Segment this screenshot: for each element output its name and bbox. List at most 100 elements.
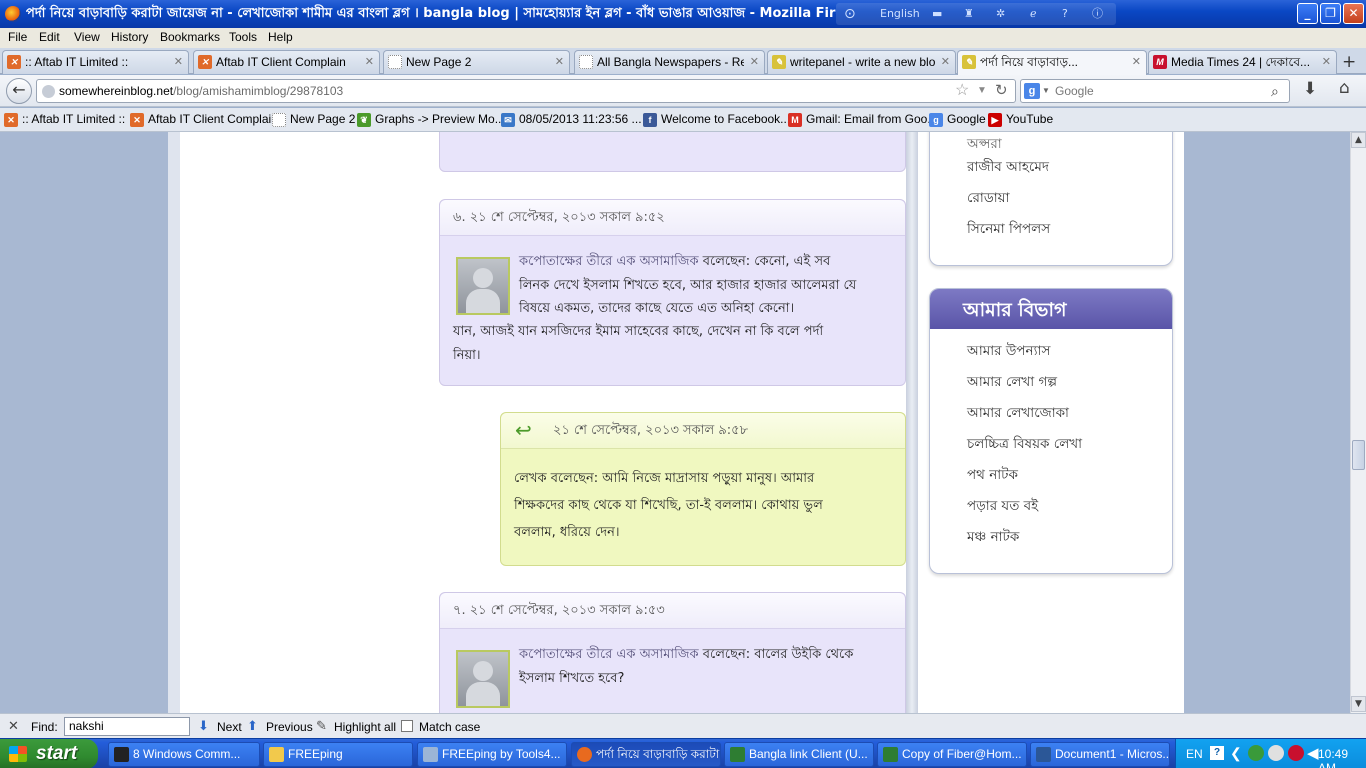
bookmark-date-time[interactable]: ✉ 08/05/2013 11:23:56 ... bbox=[501, 112, 642, 127]
close-window-button[interactable]: ✕ bbox=[1343, 3, 1364, 24]
category-link[interactable]: আমার লেখা গল্প bbox=[967, 371, 1057, 394]
tab-close-icon[interactable]: ✕ bbox=[1132, 51, 1141, 73]
vertical-scrollbar[interactable]: ▲ ▼ bbox=[1350, 132, 1366, 713]
comment-author[interactable]: কপোতাক্ষের তীরে এক অসামাজিক bbox=[519, 647, 699, 662]
url-bar[interactable]: somewhereinblog.net/blog/amishamimblog/2… bbox=[36, 79, 1016, 103]
downloads-icon[interactable]: ⬇ bbox=[1303, 79, 1317, 99]
menu-edit[interactable]: Edit bbox=[39, 30, 60, 44]
highlighter-icon[interactable]: ✎ bbox=[316, 718, 327, 734]
category-link[interactable]: আমার উপন্যাস bbox=[967, 340, 1050, 363]
find-next-button[interactable]: Next bbox=[217, 720, 242, 734]
language-bar[interactable]: ⊙ English ▬ ♜ ✲ ℯ ? ⓘ bbox=[836, 3, 1116, 25]
restore-button[interactable]: ❐ bbox=[1320, 3, 1341, 24]
category-link[interactable]: মঞ্চ নাটক bbox=[967, 526, 1019, 549]
taskbar-windows-command[interactable]: 8 Windows Comm... bbox=[108, 742, 260, 767]
google-engine-icon[interactable]: g bbox=[1024, 83, 1040, 99]
user-avatar[interactable] bbox=[456, 257, 510, 315]
bookmark-star-icon[interactable]: ☆ bbox=[955, 80, 969, 102]
find-previous-arrow-icon[interactable]: ⬆ bbox=[247, 718, 258, 734]
antivirus-icon[interactable] bbox=[1288, 745, 1304, 761]
tab-current-blog-post[interactable]: ✎ পর্দা নিয়ে বাড়াবাড়... ✕ bbox=[957, 50, 1147, 75]
find-close-icon[interactable]: ✕ bbox=[8, 718, 19, 734]
network-status-icon[interactable] bbox=[1248, 745, 1264, 761]
bookmark-gmail[interactable]: M Gmail: Email from Goo... bbox=[788, 112, 937, 127]
taskbar-freeping-tools[interactable]: FREEping by Tools4... bbox=[417, 742, 567, 767]
search-input[interactable]: Google bbox=[1055, 80, 1094, 102]
highlight-all-button[interactable]: Highlight all bbox=[334, 720, 396, 734]
bookmark-aftab-client-complain[interactable]: ✕ Aftab IT Client Complain bbox=[130, 112, 278, 127]
update-icon[interactable] bbox=[1268, 745, 1284, 761]
find-previous-button[interactable]: Previous bbox=[266, 720, 313, 734]
tab-aftab-it-limited[interactable]: ✕ :: Aftab IT Limited :: ✕ bbox=[2, 50, 189, 74]
tab-close-icon[interactable]: ✕ bbox=[750, 51, 759, 73]
search-box[interactable]: g ▼ Google ⌕ bbox=[1020, 79, 1290, 103]
tab-all-bangla-newspapers[interactable]: All Bangla Newspapers - Rea... ✕ bbox=[574, 50, 765, 74]
tab-close-icon[interactable]: ✕ bbox=[555, 51, 564, 73]
sidebar-link[interactable]: রোডায়া bbox=[967, 187, 1010, 210]
volume-icon[interactable]: ◀ bbox=[1307, 744, 1319, 762]
menu-tools[interactable]: Tools bbox=[229, 30, 257, 44]
clock[interactable]: 10:49 AM bbox=[1318, 747, 1366, 768]
match-case-label[interactable]: Match case bbox=[419, 720, 480, 734]
language-bar-info-icon[interactable]: ⓘ bbox=[1092, 3, 1103, 25]
scroll-up-icon[interactable]: ▲ bbox=[1351, 132, 1366, 148]
scroll-down-icon[interactable]: ▼ bbox=[1351, 696, 1366, 712]
bookmark-facebook[interactable]: f Welcome to Facebook... bbox=[643, 112, 790, 127]
user-avatar[interactable] bbox=[456, 650, 510, 708]
reload-icon[interactable]: ↻ bbox=[995, 80, 1008, 102]
tab-new-page-2[interactable]: New Page 2 ✕ bbox=[383, 50, 570, 74]
bookmark-google[interactable]: g Google bbox=[929, 112, 986, 127]
scroll-thumb[interactable] bbox=[1352, 440, 1365, 470]
language-bar-pen-icon[interactable]: ♜ bbox=[964, 3, 974, 25]
menu-help[interactable]: Help bbox=[268, 30, 293, 44]
taskbar-document1-word[interactable]: Document1 - Micros... bbox=[1030, 742, 1170, 767]
menu-history[interactable]: History bbox=[111, 30, 148, 44]
bookmark-graphs-preview[interactable]: ❦ Graphs -> Preview Mo... bbox=[357, 112, 505, 127]
bookmark-new-page-2[interactable]: New Page 2 bbox=[272, 112, 355, 127]
help-icon[interactable]: ? bbox=[1210, 746, 1224, 760]
bookmark-aftab-it-limited[interactable]: ✕:: Aftab IT Limited :: bbox=[4, 112, 125, 127]
language-bar-ie-icon[interactable]: ℯ bbox=[1030, 3, 1037, 25]
back-arrow-icon[interactable]: ← bbox=[6, 78, 32, 104]
tab-close-icon[interactable]: ✕ bbox=[1322, 51, 1331, 73]
category-link[interactable]: পড়ার যত বই bbox=[967, 495, 1038, 518]
taskbar-firefox[interactable]: পর্দা নিয়ে বাড়াবাড়ি করাটা জায়েজ না .… bbox=[571, 742, 721, 767]
tray-arrow-icon[interactable]: ❮ bbox=[1230, 745, 1242, 762]
tab-writepanel[interactable]: ✎ writepanel - write a new blog... ✕ bbox=[767, 50, 956, 74]
url-text[interactable]: somewhereinblog.net/blog/amishamimblog/2… bbox=[59, 80, 343, 102]
minimize-button[interactable]: _ bbox=[1297, 3, 1318, 24]
language-bar-settings-icon[interactable]: ✲ bbox=[996, 3, 1005, 25]
menu-view[interactable]: View bbox=[74, 30, 100, 44]
category-link[interactable]: চলচ্চিত্র বিষয়ক লেখা bbox=[967, 433, 1082, 456]
sidebar-link[interactable]: অপ্সরা bbox=[967, 133, 1002, 156]
menu-file[interactable]: File bbox=[8, 30, 27, 44]
new-tab-plus-icon[interactable]: + bbox=[1342, 52, 1356, 72]
taskbar-banglalink-client[interactable]: Bangla link Client (U... bbox=[724, 742, 874, 767]
sidebar-link[interactable]: রাজীব আহমেদ bbox=[967, 156, 1049, 179]
menu-bookmarks[interactable]: Bookmarks bbox=[160, 30, 220, 44]
sidebar-link[interactable]: সিনেমা পিপলস bbox=[967, 218, 1050, 241]
find-input[interactable]: nakshi bbox=[64, 717, 190, 736]
history-dropdown-icon[interactable]: ▼ bbox=[977, 80, 987, 102]
tray-language[interactable]: EN bbox=[1186, 747, 1203, 761]
engine-dropdown-icon[interactable]: ▼ bbox=[1042, 80, 1050, 102]
start-button[interactable]: start bbox=[0, 739, 98, 768]
tab-aftab-client-complain[interactable]: ✕ Aftab IT Client Complain ✕ bbox=[193, 50, 380, 74]
tab-close-icon[interactable]: ✕ bbox=[174, 51, 183, 73]
tab-close-icon[interactable]: ✕ bbox=[365, 51, 374, 73]
search-icon[interactable]: ⌕ bbox=[1271, 80, 1279, 102]
window-title-bar[interactable]: পর্দা নিয়ে বাড়াবাড়ি করাটা জায়েজ না -… bbox=[0, 0, 1366, 28]
match-case-checkbox[interactable] bbox=[401, 720, 413, 732]
find-next-arrow-icon[interactable]: ⬇ bbox=[198, 718, 209, 734]
language-bar-help-icon[interactable]: ? bbox=[1062, 3, 1068, 25]
taskbar-freeping-folder[interactable]: FREEping bbox=[263, 742, 413, 767]
language-indicator[interactable]: English bbox=[880, 3, 920, 25]
bookmark-youtube[interactable]: ▶ YouTube bbox=[988, 112, 1053, 127]
category-link[interactable]: আমার লেখাজোকা bbox=[967, 402, 1069, 425]
comment-author[interactable]: কপোতাক্ষের তীরে এক অসামাজিক bbox=[519, 254, 699, 269]
taskbar-fiber-home[interactable]: Copy of Fiber@Hom... bbox=[877, 742, 1027, 767]
language-bar-tool-icon[interactable]: ▬ bbox=[932, 3, 942, 25]
tab-close-icon[interactable]: ✕ bbox=[941, 51, 950, 73]
tab-media-times-24[interactable]: M Media Times 24 | দেকাবে... ✕ bbox=[1148, 50, 1337, 74]
home-icon[interactable]: ⌂ bbox=[1339, 78, 1350, 98]
